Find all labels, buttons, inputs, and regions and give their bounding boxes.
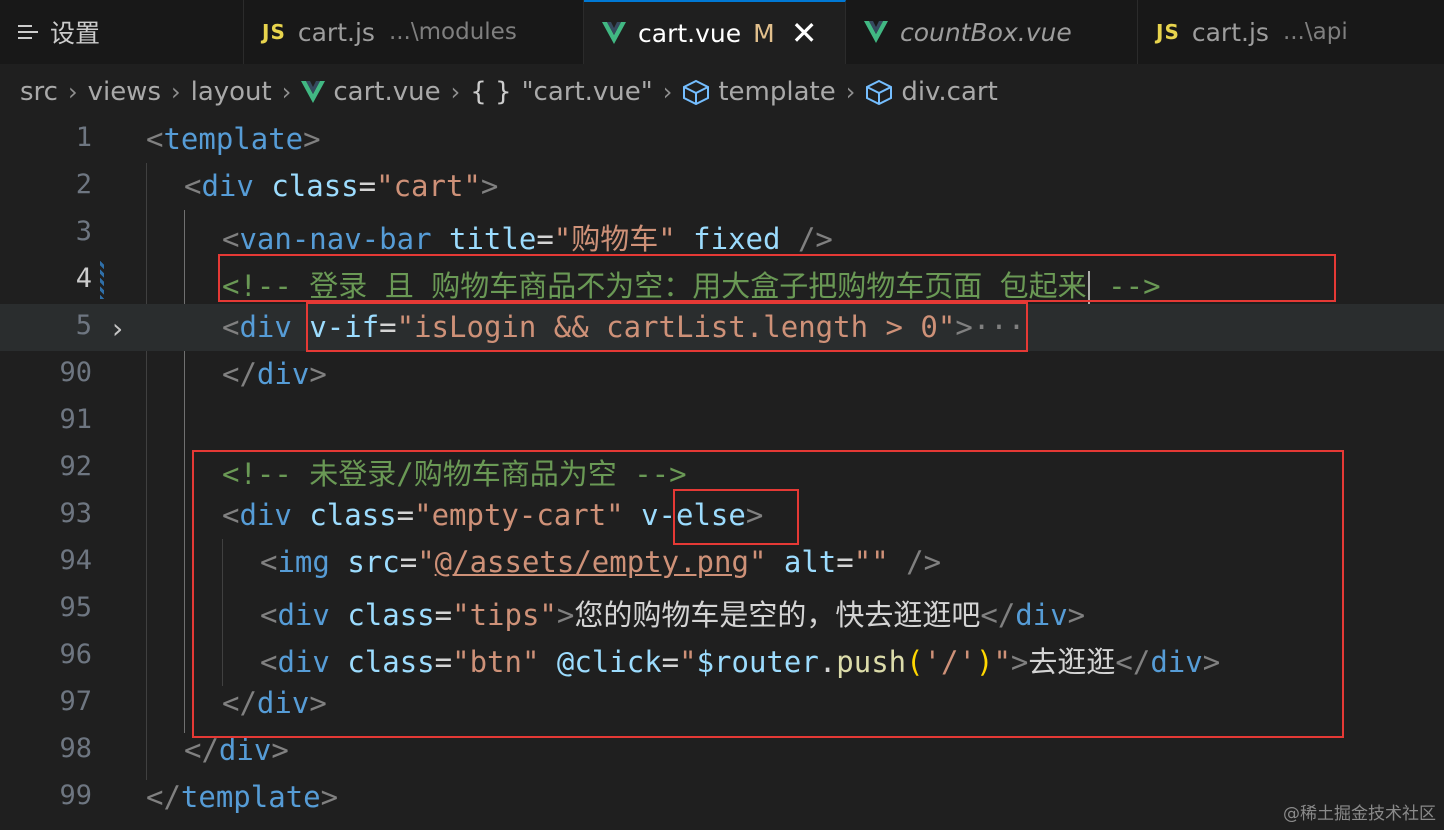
chevron-right-icon: › (281, 78, 292, 106)
line-number: 93 (59, 498, 92, 529)
object-braces-icon: { } (470, 77, 512, 107)
close-icon[interactable]: ✕ (791, 17, 818, 49)
line-number: 98 (59, 733, 92, 764)
vue-file-icon (602, 22, 626, 44)
folded-ellipsis: ··· (972, 310, 1026, 344)
code-text: <div v-if="isLogin && cartList.length > … (222, 310, 1026, 344)
code-text: <!-- 登录 且 购物车商品不为空：用大盒子把购物车页面 包起来 --> (222, 269, 1161, 305)
tab-settings[interactable]: 设置 (0, 0, 244, 64)
line-number: 90 (59, 357, 92, 388)
chevron-right-icon: › (845, 78, 856, 106)
breadcrumb: src › views › layout › cart.vue › { } "c… (0, 64, 1444, 120)
watermark: @稀土掘金技术社区 (1283, 804, 1436, 824)
breadcrumb-item-layout[interactable]: layout (191, 77, 272, 107)
line-number: 91 (59, 404, 92, 435)
chevron-right-icon: › (450, 78, 461, 106)
tab-path: ...\api (1282, 19, 1348, 45)
line-number: 4 (75, 263, 92, 294)
vue-file-icon (864, 21, 888, 43)
line-number: 1 (75, 122, 92, 153)
breadcrumb-label: cart.vue (333, 77, 441, 107)
code-line[interactable]: 95 <div class="tips">您的购物车是空的，快去逛逛吧</div… (0, 586, 1444, 633)
tab-bar: 设置 JS cart.js ...\modules cart.vue M ✕ c… (0, 0, 1444, 64)
code-text: <van-nav-bar title="购物车" fixed /> (222, 222, 833, 256)
code-text: <template> (146, 122, 321, 156)
breadcrumb-item-div-cart[interactable]: div.cart (865, 77, 998, 107)
breadcrumb-label: "cart.vue" (521, 77, 653, 107)
line-number: 2 (75, 169, 92, 200)
code-line-current[interactable]: 4 <!-- 登录 且 购物车商品不为空：用大盒子把购物车页面 包起来 --> (0, 257, 1444, 305)
code-line-folded[interactable]: 5 › <div v-if="isLogin && cartList.lengt… (0, 304, 1444, 351)
line-number: 92 (59, 451, 92, 482)
code-line[interactable]: 2 <div class="cart"> (0, 163, 1444, 210)
breadcrumb-label: template (718, 77, 836, 107)
tab-label: cart.js (297, 17, 375, 47)
settings-lines-icon (18, 22, 38, 42)
line-number: 3 (75, 216, 92, 247)
code-line[interactable]: 91 (0, 398, 1444, 445)
breadcrumb-item-object[interactable]: { } "cart.vue" (470, 77, 653, 107)
code-text: </div> (184, 733, 289, 767)
asset-path-link: @/assets/empty.png (434, 545, 749, 579)
breadcrumb-item-file[interactable]: cart.vue (301, 77, 441, 107)
tab-label: 设置 (50, 19, 101, 48)
code-editor[interactable]: 1 <template> 2 <div class="cart"> 3 <van… (0, 116, 1444, 830)
code-line[interactable]: 92 <!-- 未登录/购物车商品为空 --> (0, 445, 1444, 492)
fold-chevron-icon[interactable]: › (112, 312, 123, 345)
code-text: <!-- 未登录/购物车商品为空 --> (222, 457, 687, 491)
text-cursor (1087, 271, 1090, 305)
code-text: </div> (222, 357, 327, 391)
code-text: <img src="@/assets/empty.png" alt="" /> (260, 545, 942, 579)
line-number: 94 (59, 545, 92, 576)
line-number: 95 (59, 592, 92, 623)
line-number: 5 (75, 310, 92, 341)
code-line[interactable]: 1 <template> (0, 116, 1444, 163)
tab-cart-js-api[interactable]: JS cart.js ...\api (1138, 0, 1444, 64)
cube-icon (683, 79, 710, 105)
code-line[interactable]: 3 <van-nav-bar title="购物车" fixed /> (0, 210, 1444, 257)
code-line[interactable]: 97 </div> (0, 680, 1444, 727)
breadcrumb-item-views[interactable]: views (88, 77, 161, 107)
code-text: <div class="tips">您的购物车是空的，快去逛逛吧</div> (260, 598, 1086, 632)
line-number: 96 (59, 639, 92, 670)
breadcrumb-item-src[interactable]: src (20, 77, 58, 107)
tab-label: cart.js (1191, 17, 1269, 47)
tab-path: ...\modules (388, 19, 517, 45)
breadcrumb-label: div.cart (901, 77, 998, 107)
tab-label: countBox.vue (900, 17, 1072, 47)
tab-cart-js-modules[interactable]: JS cart.js ...\modules (244, 0, 584, 64)
breadcrumb-item-template[interactable]: template (682, 77, 836, 107)
code-text: </div> (222, 686, 327, 720)
code-line[interactable]: 98 </div> (0, 727, 1444, 774)
line-number: 97 (59, 686, 92, 717)
js-file-icon: JS (1156, 20, 1180, 44)
js-file-icon: JS (262, 20, 286, 44)
code-text: <div class="cart"> (184, 169, 499, 203)
vue-file-icon (301, 81, 326, 103)
code-line[interactable]: 93 <div class="empty-cart" v-else> (0, 492, 1444, 539)
code-line[interactable]: 94 <img src="@/assets/empty.png" alt="" … (0, 539, 1444, 586)
code-text: <div class="empty-cart" v-else> (222, 498, 764, 532)
code-line[interactable]: 96 <div class="btn" @click="$router.push… (0, 633, 1444, 680)
chevron-right-icon: › (662, 78, 673, 106)
code-text: <div class="btn" @click="$router.push('/… (260, 645, 1221, 679)
tab-countbox-vue[interactable]: countBox.vue (846, 0, 1138, 64)
modified-badge: M (753, 18, 775, 48)
line-number: 99 (59, 780, 92, 811)
code-line[interactable]: 90 </div> (0, 351, 1444, 398)
chevron-right-icon: › (171, 78, 181, 106)
tab-label: cart.vue (638, 18, 742, 48)
code-line[interactable]: 99 </template> (0, 774, 1444, 821)
tab-cart-vue[interactable]: cart.vue M ✕ (584, 0, 846, 64)
code-text: </template> (146, 780, 339, 814)
modified-line-marker (100, 261, 104, 299)
cube-icon (866, 79, 893, 105)
chevron-right-icon: › (67, 78, 78, 106)
